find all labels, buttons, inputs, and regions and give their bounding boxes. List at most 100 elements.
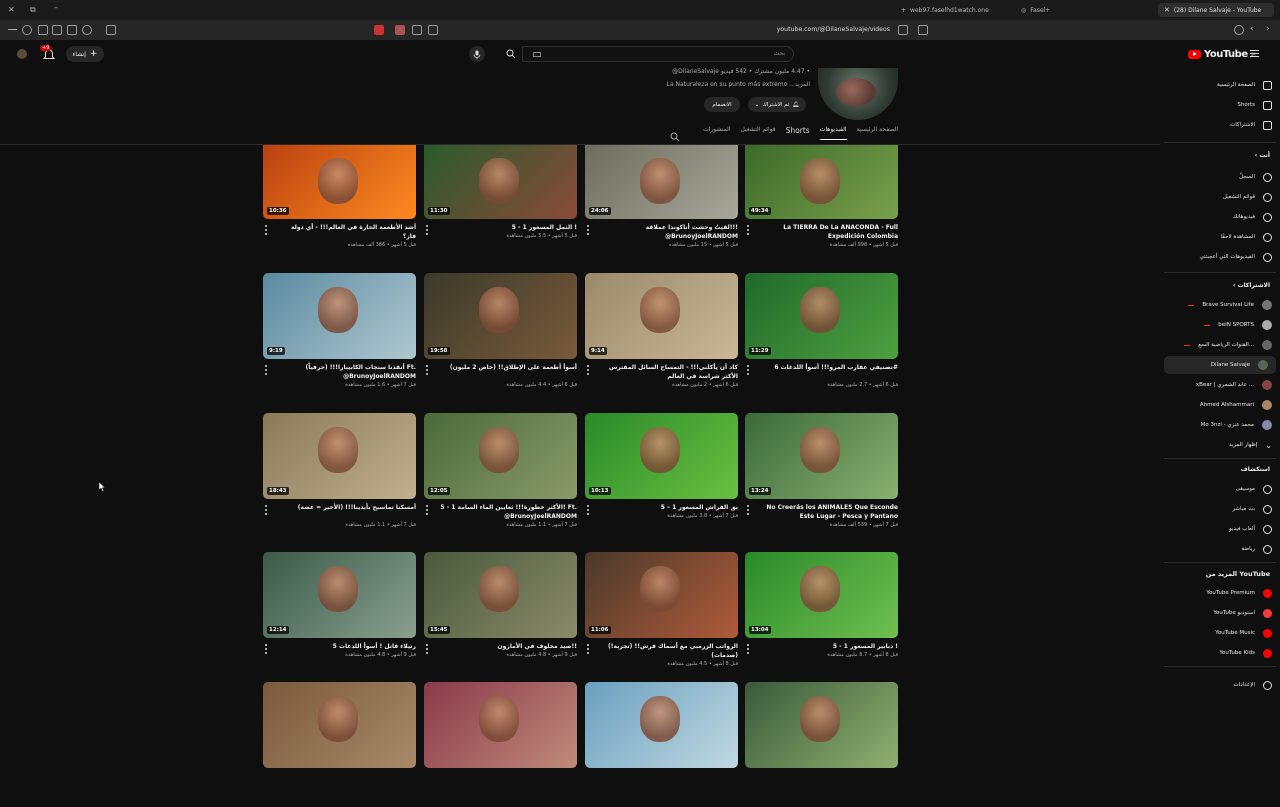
sidebar-yt-product[interactable]: YouTube Music	[1160, 624, 1280, 642]
video-card[interactable]: 12:05 الأكثر خطورة!!! ثعابين الماء السامة…	[424, 413, 577, 538]
sidebar-subscription[interactable]: Dilane Salvaje	[1164, 356, 1276, 374]
video-card[interactable]	[263, 682, 416, 807]
video-thumbnail[interactable]: 49:34	[745, 144, 898, 219]
sidebar-section-subscriptions[interactable]: ‹ الاشتراكات	[1233, 282, 1270, 289]
close-window-icon[interactable]: ✕	[8, 5, 15, 14]
video-options-icon[interactable]	[265, 644, 268, 654]
shield-icon[interactable]	[22, 25, 32, 35]
video-options-icon[interactable]	[426, 225, 429, 235]
screen-icon[interactable]	[428, 25, 438, 35]
sidebar-item-playlists[interactable]: قوائم التشغيل	[1160, 188, 1280, 206]
show-more-button[interactable]: إظهار المزيد ⌄	[1160, 436, 1280, 454]
video-title[interactable]: لقيتُ وحشت أناكوندا عملاقة!!! ‎@BrunoyJo…	[600, 223, 738, 241]
video-thumbnail[interactable]: 11:29	[745, 273, 898, 359]
video-options-icon[interactable]	[747, 505, 750, 515]
voice-search-icon[interactable]	[469, 46, 485, 62]
video-thumbnail[interactable]: 15:45	[424, 552, 577, 638]
video-card[interactable]: 13:24 No Creerás los ANIMALES Que Esconde…	[745, 413, 898, 538]
sidebar-item-music[interactable]: موسيقى	[1160, 480, 1280, 498]
tab-fasel[interactable]: ◎ Fasel+	[1015, 3, 1135, 17]
video-thumbnail[interactable]: 9:14	[585, 273, 738, 359]
keyboard-icon[interactable]	[533, 52, 541, 57]
video-title[interactable]: بق الفراش المسعور 1 – 5	[600, 503, 738, 512]
tab-faselhd[interactable]: + web97.faselhd1watch.one	[895, 3, 1005, 17]
create-button[interactable]: إنشاء +	[66, 46, 104, 62]
video-card[interactable]: 24:06 لقيتُ وحشت أناكوندا عملاقة!!! ‎@Bru…	[585, 144, 738, 269]
sidebar-icon[interactable]	[38, 25, 48, 35]
video-card[interactable]: 15:45 صيد مخلوف في الأمازون!! قبل 9 أشهر •…	[424, 552, 577, 677]
sidebar-item-home[interactable]: الصفحة الرئيسية	[1160, 76, 1280, 94]
video-card[interactable]: 13:04 دبابير المسعور 1 - 5 ! قبل 8 أشهر • …	[745, 552, 898, 677]
youtube-logo[interactable]: YouTube SA	[1188, 49, 1256, 60]
sidebar-subscription[interactable]: beIN SPORTS	[1160, 316, 1280, 334]
video-thumbnail[interactable]: 24:06	[585, 144, 738, 219]
tabs-icon[interactable]	[52, 25, 62, 35]
video-card[interactable]: 19:58 أسوأ أطعمة على الإطلاق!! (خاص 2 ملي…	[424, 273, 577, 398]
video-title[interactable]: دبابير المسعور 1 - 5 !	[760, 642, 898, 651]
video-options-icon[interactable]	[426, 505, 429, 515]
hamburger-menu-icon[interactable]	[1250, 50, 1259, 57]
bookmark-icon[interactable]	[918, 25, 928, 35]
extension-icon[interactable]	[395, 25, 405, 35]
refresh-icon[interactable]	[412, 25, 422, 35]
tab-playlists[interactable]: قوائم التشغيل	[741, 126, 776, 140]
video-title[interactable]: No Creerás los ANIMALES Que Esconde Este…	[760, 503, 898, 521]
video-thumbnail[interactable]: 12:14	[263, 552, 416, 638]
sidebar-section-you[interactable]: ‹ أنت	[1255, 152, 1270, 159]
channel-description[interactable]: La Naturaleza en su punto más extremo ..…	[667, 81, 810, 88]
video-card[interactable]: 9:19 أنقذنا سنجاب الكابيبارا!!! (حرفياً) …	[263, 273, 416, 398]
video-card[interactable]: 11:30 النمل المسعور 1 - 5 ! قبل 5 أشهر • 5…	[424, 144, 577, 269]
video-options-icon[interactable]	[265, 365, 268, 375]
tab-videos[interactable]: الفيديوهات	[819, 126, 847, 140]
video-card[interactable]	[745, 682, 898, 807]
search-input[interactable]: بحث	[522, 46, 794, 62]
sidebar-item-your-videos[interactable]: فيديوهاتك	[1160, 208, 1280, 226]
video-title[interactable]: أمسكنا تماسيح بأيدينا!!! (الأخير = عضة)	[278, 503, 416, 512]
sidebar-item-watch-later[interactable]: المشاهدة لاحقًا	[1160, 228, 1280, 246]
video-thumbnail[interactable]: 12:05	[424, 413, 577, 499]
tab-posts[interactable]: المنشورات	[703, 126, 730, 140]
video-thumbnail[interactable]: 11:06	[585, 552, 738, 638]
video-title[interactable]: الأكثر خطورة!!! ثعابين الماء السامة 1 - …	[439, 503, 577, 521]
video-options-icon[interactable]	[747, 365, 750, 375]
video-options-icon[interactable]	[747, 644, 750, 654]
account-avatar[interactable]	[17, 49, 27, 59]
restore-icon[interactable]: ⧉	[30, 5, 36, 15]
video-options-icon[interactable]	[426, 644, 429, 654]
video-card[interactable]	[424, 682, 577, 807]
reload-icon[interactable]	[1234, 25, 1244, 35]
minimize-icon[interactable]: –	[54, 3, 58, 12]
sidebar-subscription[interactable]: xBear | عابد الشمري ...	[1160, 376, 1280, 394]
video-thumbnail[interactable]: 13:24	[745, 413, 898, 499]
video-options-icon[interactable]	[587, 505, 590, 515]
video-options-icon[interactable]	[265, 505, 268, 515]
video-thumbnail[interactable]: 13:04	[745, 552, 898, 638]
music-note-icon[interactable]	[82, 25, 92, 35]
video-options-icon[interactable]	[265, 225, 268, 235]
video-thumbnail[interactable]: 10:36	[263, 144, 416, 219]
sidebar-subscription[interactable]: Brave Survival Life	[1160, 296, 1280, 314]
video-thumbnail[interactable]: 18:43	[263, 413, 416, 499]
sidebar-yt-product[interactable]: YouTube Kids	[1160, 644, 1280, 662]
video-title[interactable]: الرواتب الزرمبي مع أسماك قرش!! (تجربة!) …	[600, 642, 738, 660]
video-title[interactable]: أشد الأطعمة الحارة في العالم!!! - أي دول…	[278, 223, 416, 241]
video-card[interactable]	[585, 682, 738, 807]
sidebar-item-live[interactable]: بث مباشر	[1160, 500, 1280, 518]
sidebar-subscription[interactable]: Mo 3nzi - محمد عنزي	[1160, 416, 1280, 434]
join-button[interactable]: الانضمام	[704, 97, 740, 112]
video-card[interactable]: 12:14 رتيلاء قاتل ! أسوأ اللدغات 5 قبل 9 أ…	[263, 552, 416, 677]
video-title[interactable]: أنقذنا سنجاب الكابيبارا!!! (حرفياً) ‎Ft.…	[278, 363, 416, 381]
tab-youtube[interactable]: ✕ (28) Dilane Salvaje - YouTube	[1158, 3, 1274, 17]
menu-icon[interactable]	[8, 29, 17, 30]
tab-shorts[interactable]: Shorts	[786, 126, 810, 140]
sidebar-item-shorts[interactable]: Shorts	[1160, 96, 1280, 114]
sidebar-subscription[interactable]: القنوات الرياضية السع...	[1160, 336, 1280, 354]
video-card[interactable]: 11:29 تصنيفي عقارب المرو!!! أسوأ اللدغات …	[745, 273, 898, 398]
video-card[interactable]: 11:06 الرواتب الزرمبي مع أسماك قرش!! (تجر…	[585, 552, 738, 677]
video-thumbnail[interactable]: 10:13	[585, 413, 738, 499]
sidebar-item-subscriptions[interactable]: الاشتراكات	[1160, 116, 1280, 134]
subscribed-button[interactable]: ⌄ تم الاشتراك 🔔︎	[748, 97, 806, 112]
video-card[interactable]: 49:34 La TIERRA De La ANACONDA - Full Exp…	[745, 144, 898, 269]
sidebar-yt-product[interactable]: YouTube استوديو	[1160, 604, 1280, 622]
video-thumbnail[interactable]	[585, 682, 738, 768]
